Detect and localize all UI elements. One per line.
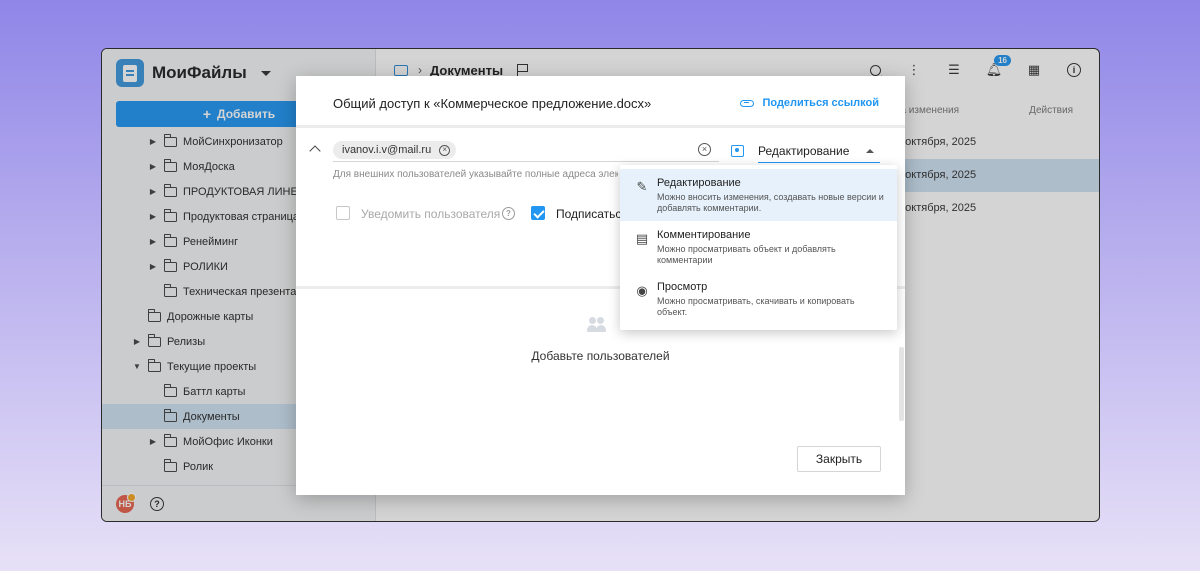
option-description: Можно просматривать объект и добавлять к… (657, 244, 836, 265)
pencil-icon: ✎ (636, 179, 648, 194)
email-chip-label: ivanov.i.v@mail.ru (342, 144, 432, 156)
option-title: Комментирование (657, 229, 751, 241)
permission-value: Редактирование (758, 144, 850, 158)
permission-option[interactable]: ▤ Комментирование Можно просматривать объе… (620, 221, 897, 273)
notify-checkbox[interactable] (336, 206, 350, 220)
users-icon (586, 317, 608, 333)
help-icon[interactable]: ? (502, 207, 515, 220)
share-link-label: Поделиться ссылкой (762, 97, 879, 109)
scrollbar[interactable] (899, 347, 904, 421)
option-title: Редактирование (657, 177, 741, 189)
share-link-button[interactable]: Поделиться ссылкой (740, 97, 879, 109)
dialog-title: Общий доступ к «Коммерческое предложение… (333, 96, 652, 111)
permission-option[interactable]: ✎ Редактирование Можно вносить изменения, … (620, 169, 897, 221)
hint-text: Для внешних пользователей указывайте пол… (333, 169, 618, 180)
close-button[interactable]: Закрыть (797, 446, 881, 472)
contacts-icon[interactable] (731, 145, 744, 157)
permission-option[interactable]: ◉ Просмотр Можно просматривать, скачивать … (620, 273, 897, 325)
divider (296, 125, 905, 128)
permission-dropdown: ✎ Редактирование Можно вносить изменения, … (620, 165, 897, 330)
subscribe-label: Подписаться (556, 207, 628, 221)
chevron-up-icon[interactable] (309, 145, 321, 157)
chip-remove-icon[interactable]: × (439, 144, 451, 156)
email-field[interactable]: ivanov.i.v@mail.ru × × (333, 139, 719, 162)
eye-icon: ◉ (636, 283, 648, 298)
caret-up-icon (866, 149, 874, 153)
clear-icon[interactable]: × (698, 143, 711, 156)
permission-select[interactable]: Редактирование (758, 141, 880, 163)
option-description: Можно вносить изменения, создавать новые… (657, 192, 884, 213)
link-icon (740, 99, 755, 107)
email-chip[interactable]: ivanov.i.v@mail.ru × (333, 141, 457, 159)
option-description: Можно просматривать, скачивать и копиров… (657, 296, 855, 317)
empty-state-text: Добавьте пользователей (531, 349, 670, 363)
comment-icon: ▤ (635, 231, 649, 246)
subscribe-checkbox[interactable] (531, 206, 545, 220)
notify-label: Уведомить пользователя (361, 207, 501, 221)
option-title: Просмотр (657, 281, 708, 293)
